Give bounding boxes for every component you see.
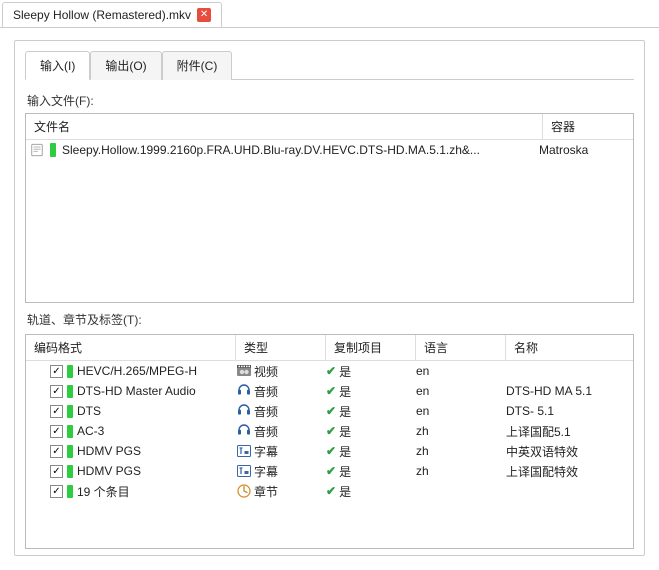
col-copy[interactable]: 复制项目 bbox=[326, 335, 416, 360]
track-codec: DTS bbox=[77, 404, 101, 418]
track-row[interactable]: ✓ HEVC/H.265/MPEG-H 视频 ✔是 en bbox=[26, 361, 633, 381]
audio-icon bbox=[236, 403, 252, 419]
track-checkbox[interactable]: ✓ bbox=[50, 425, 63, 438]
track-lang: zh bbox=[416, 444, 506, 458]
track-type: 字幕 bbox=[254, 463, 278, 480]
status-marker bbox=[67, 445, 73, 458]
track-name: 上译国配特效 bbox=[506, 463, 633, 480]
track-checkbox[interactable]: ✓ bbox=[50, 485, 63, 498]
track-name: 中英双语特效 bbox=[506, 443, 633, 460]
track-copy: 是 bbox=[339, 463, 351, 480]
status-marker bbox=[67, 425, 73, 438]
check-icon: ✔ bbox=[326, 464, 336, 478]
col-codec[interactable]: 编码格式 bbox=[26, 335, 236, 360]
track-checkbox[interactable]: ✓ bbox=[50, 385, 63, 398]
file-tab[interactable]: Sleepy Hollow (Remastered).mkv ✕ bbox=[2, 2, 222, 27]
check-icon: ✔ bbox=[326, 404, 336, 418]
track-checkbox[interactable]: ✓ bbox=[50, 365, 63, 378]
track-type: 字幕 bbox=[254, 443, 278, 460]
tab-output[interactable]: 输出(O) bbox=[90, 51, 161, 80]
track-type: 视频 bbox=[254, 363, 278, 380]
check-icon: ✔ bbox=[326, 484, 336, 498]
status-marker bbox=[67, 485, 73, 498]
track-type: 章节 bbox=[254, 483, 278, 500]
track-row[interactable]: ✓ DTS-HD Master Audio 音频 ✔是 enDTS-HD MA 5.1 bbox=[26, 381, 633, 401]
track-checkbox[interactable]: ✓ bbox=[50, 445, 63, 458]
track-codec: DTS-HD Master Audio bbox=[77, 384, 196, 398]
track-name: DTS- 5.1 bbox=[506, 404, 633, 418]
col-lang[interactable]: 语言 bbox=[416, 335, 506, 360]
track-row[interactable]: ✓ HDMV PGS 字幕 ✔是 zh中英双语特效 bbox=[26, 441, 633, 461]
file-row[interactable]: Sleepy.Hollow.1999.2160p.FRA.UHD.Blu-ray… bbox=[26, 140, 633, 160]
col-filename[interactable]: 文件名 bbox=[26, 114, 543, 139]
track-name: 上译国配5.1 bbox=[506, 423, 633, 440]
file-tab-title: Sleepy Hollow (Remastered).mkv bbox=[13, 8, 191, 22]
track-lang: en bbox=[416, 404, 506, 418]
audio-icon bbox=[236, 423, 252, 439]
track-codec: HDMV PGS bbox=[77, 464, 141, 478]
subtitle-icon bbox=[236, 463, 252, 479]
track-lang: en bbox=[416, 364, 506, 378]
track-type: 音频 bbox=[254, 403, 278, 420]
chapter-icon bbox=[236, 483, 252, 499]
track-checkbox[interactable]: ✓ bbox=[50, 405, 63, 418]
track-lang: zh bbox=[416, 424, 506, 438]
file-name: Sleepy.Hollow.1999.2160p.FRA.UHD.Blu-ray… bbox=[62, 143, 533, 157]
track-copy: 是 bbox=[339, 423, 351, 440]
status-marker bbox=[67, 465, 73, 478]
tracks-list[interactable]: 编码格式 类型 复制项目 语言 名称 ✓ HEVC/H.265/MPEG-H 视频 ✔… bbox=[25, 334, 634, 549]
track-lang: zh bbox=[416, 464, 506, 478]
track-copy: 是 bbox=[339, 363, 351, 380]
check-icon: ✔ bbox=[326, 384, 336, 398]
track-type: 音频 bbox=[254, 383, 278, 400]
track-copy: 是 bbox=[339, 383, 351, 400]
document-icon bbox=[30, 143, 44, 157]
track-type: 音频 bbox=[254, 423, 278, 440]
track-codec: 19 个条目 bbox=[77, 483, 130, 500]
tab-attachments[interactable]: 附件(C) bbox=[162, 51, 233, 80]
track-checkbox[interactable]: ✓ bbox=[50, 465, 63, 478]
track-lang: en bbox=[416, 384, 506, 398]
tracks-label: 轨道、章节及标签(T): bbox=[27, 311, 632, 328]
col-name[interactable]: 名称 bbox=[506, 335, 633, 360]
track-codec: HEVC/H.265/MPEG-H bbox=[77, 364, 197, 378]
track-codec: HDMV PGS bbox=[77, 444, 141, 458]
status-marker bbox=[67, 385, 73, 398]
subtitle-icon bbox=[236, 443, 252, 459]
check-icon: ✔ bbox=[326, 444, 336, 458]
video-icon bbox=[236, 363, 252, 379]
track-row[interactable]: ✓ 19 个条目 章节 ✔是 bbox=[26, 481, 633, 501]
col-type[interactable]: 类型 bbox=[236, 335, 326, 360]
track-row[interactable]: ✓ DTS 音频 ✔是 enDTS- 5.1 bbox=[26, 401, 633, 421]
track-name: DTS-HD MA 5.1 bbox=[506, 384, 633, 398]
status-marker bbox=[67, 365, 73, 378]
file-container: Matroska bbox=[539, 143, 629, 157]
track-row[interactable]: ✓ AC-3 音频 ✔是 zh上译国配5.1 bbox=[26, 421, 633, 441]
track-copy: 是 bbox=[339, 403, 351, 420]
track-codec: AC-3 bbox=[77, 424, 104, 438]
status-marker bbox=[50, 143, 56, 157]
audio-icon bbox=[236, 383, 252, 399]
track-copy: 是 bbox=[339, 443, 351, 460]
track-copy: 是 bbox=[339, 483, 351, 500]
tab-input[interactable]: 输入(I) bbox=[25, 51, 90, 80]
input-files-list[interactable]: 文件名 容器 Sleepy.Hollow.1999.2160p.FRA.UHD.… bbox=[25, 113, 634, 303]
check-icon: ✔ bbox=[326, 424, 336, 438]
input-files-label: 输入文件(F): bbox=[27, 92, 632, 109]
close-icon[interactable]: ✕ bbox=[197, 8, 211, 22]
col-container[interactable]: 容器 bbox=[543, 114, 633, 139]
check-icon: ✔ bbox=[326, 364, 336, 378]
status-marker bbox=[67, 405, 73, 418]
track-row[interactable]: ✓ HDMV PGS 字幕 ✔是 zh上译国配特效 bbox=[26, 461, 633, 481]
